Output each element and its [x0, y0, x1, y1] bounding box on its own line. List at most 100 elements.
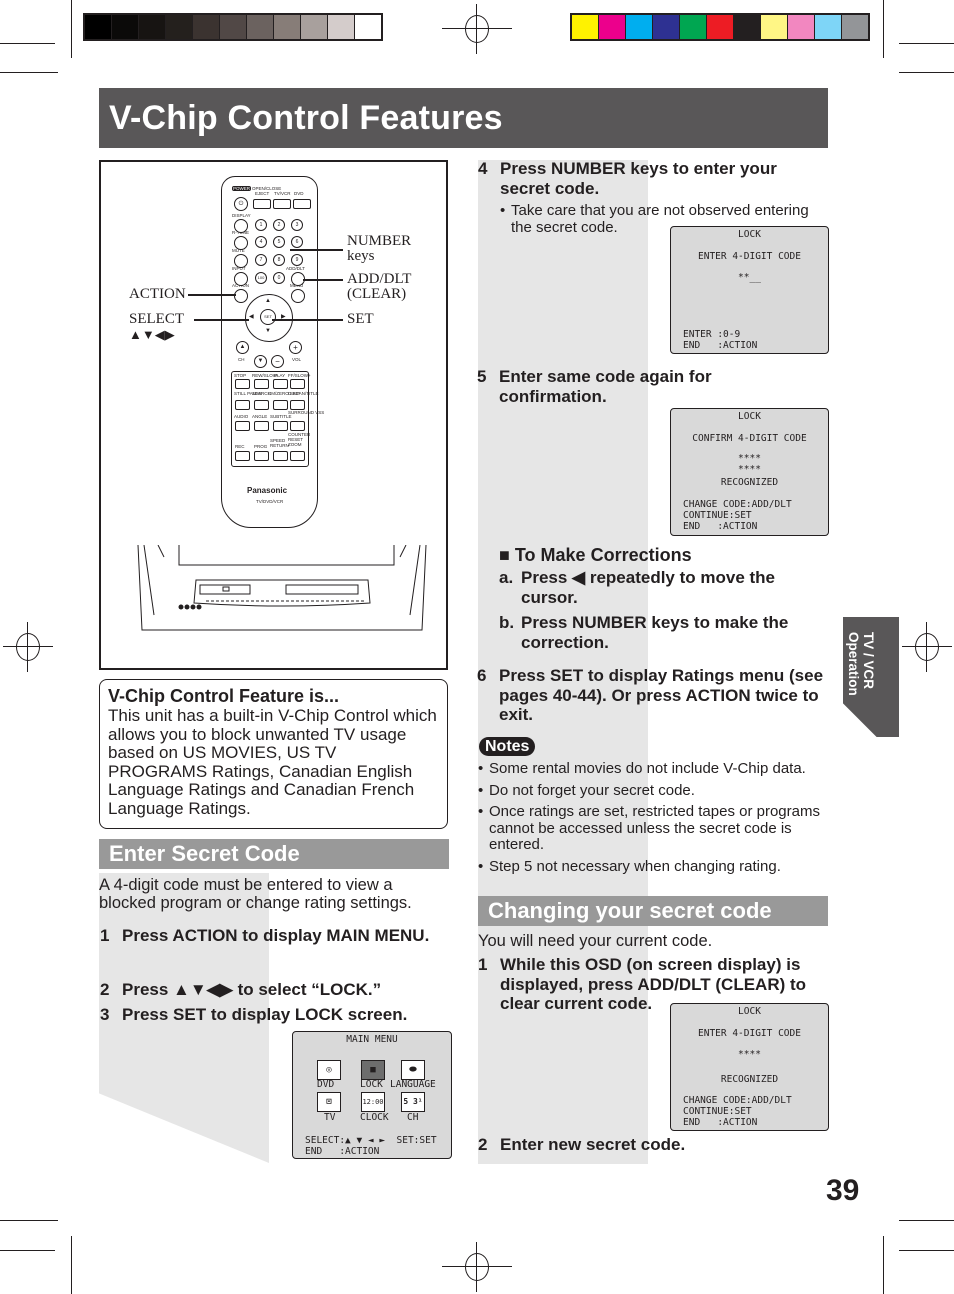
crop-mark — [899, 72, 954, 73]
crop-mark — [883, 1236, 884, 1294]
crop-mark — [899, 1220, 954, 1221]
step-number: 1 — [100, 926, 110, 945]
ff-button — [290, 379, 305, 389]
callout-text: ADD/DLT — [347, 271, 412, 287]
remote-label: AUDIO — [234, 414, 249, 419]
number-key: 5 — [273, 236, 285, 248]
callout-text: NUMBER — [347, 233, 412, 249]
registration-mark-top — [442, 4, 512, 54]
note-text: Once ratings are set, restricted tapes o… — [489, 803, 820, 853]
callout-add-dlt: ADD/DLT (CLEAR) — [347, 272, 411, 302]
set-button: SET — [260, 309, 276, 325]
step-5: 5 Enter same code again for confirmation… — [477, 367, 817, 406]
osd-title: LOCK — [738, 411, 761, 422]
osd-status: RECOGNIZED — [720, 477, 779, 488]
osd-title: LOCK — [738, 1006, 761, 1017]
tv-outlet-icon: ⊡ — [317, 1092, 341, 1112]
color-swatch — [653, 15, 680, 39]
info-box: V-Chip Control Feature is... This unit h… — [99, 679, 448, 829]
step-number: 2 — [100, 980, 110, 999]
grayscale-swatch — [220, 15, 247, 39]
corrections-heading: ■ To Make Corrections — [499, 545, 829, 566]
rec-button — [235, 451, 250, 461]
step-6: 6 Press SET to display Ratings menu (see… — [477, 666, 827, 725]
skip-button — [273, 400, 288, 410]
stop-button — [235, 379, 250, 389]
osd-footer-line: CONTINUE:SET — [683, 1106, 752, 1117]
arrow-up-icon: ▲ — [265, 298, 271, 304]
play-button — [273, 379, 288, 389]
osd-footer-line: CONTINUE:SET — [683, 510, 752, 521]
remote-control: POWER OPEN/CLOSE EJECT TV/VCR DVD ⏻ DISP… — [221, 176, 324, 528]
page-title: V-Chip Control Features — [109, 99, 503, 137]
intro-text: A 4-digit code must be entered to view a… — [99, 876, 412, 912]
step-4: 4 Press NUMBER keys to enter your secret… — [478, 159, 828, 198]
number-key: 6 — [291, 236, 303, 248]
note-text: Some rental movies do not include V-Chip… — [489, 760, 806, 777]
registration-mark-bottom — [442, 1242, 512, 1292]
step-3: 3 Press SET to display LOCK screen. — [100, 1005, 450, 1025]
remote-label: D.SCAN/TITLE — [288, 391, 319, 396]
step-number: 2 — [478, 1135, 488, 1154]
arrow-left-icon: ◀ — [249, 314, 254, 320]
color-swatch — [842, 15, 868, 39]
callout-text: SELECT — [129, 311, 184, 327]
osd-status: RECOGNIZED — [720, 1074, 779, 1085]
osd-footer-line: END :ACTION — [305, 1146, 380, 1157]
number-key: 8 — [273, 254, 285, 266]
crop-mark — [0, 1220, 58, 1221]
title-bar: V-Chip Control Features — [99, 88, 828, 148]
step-2: 2 Press ▲▼◀▶ to select “LOCK.” — [100, 980, 450, 1000]
remote-label: TV/VCR — [274, 191, 291, 196]
vol-up-button: + — [289, 341, 302, 354]
crop-mark — [0, 1250, 55, 1251]
grayscale-swatch — [247, 15, 274, 39]
ch-up-button: ▲ — [236, 341, 249, 354]
bullet-dot: • — [478, 760, 484, 777]
crop-mark — [0, 43, 55, 44]
prog-button — [254, 451, 269, 461]
callout-set: SET — [347, 311, 374, 327]
audio-button — [235, 421, 250, 431]
step-number: 1 — [478, 955, 488, 974]
zoom-button — [290, 451, 305, 461]
callout-line — [188, 294, 236, 296]
remote-label: STOP — [234, 373, 247, 378]
dvd-button — [293, 199, 311, 209]
osd-title: LOCK — [738, 229, 761, 240]
menu-button — [291, 289, 305, 303]
callout-line — [194, 319, 249, 321]
remote-label: DVD — [294, 191, 304, 196]
bullet-dot: • — [500, 202, 506, 219]
callout-line — [303, 279, 343, 281]
correction-letter: b. — [499, 613, 515, 632]
vol-down-button: − — [271, 355, 284, 368]
page-number: 39 — [826, 1174, 860, 1207]
menu-item-ch: CH — [407, 1112, 419, 1123]
crop-mark — [899, 1250, 954, 1251]
note-item: • Some rental movies do not include V-Chi… — [478, 760, 830, 778]
registration-mark-left — [3, 622, 53, 672]
step-text: Press ▲▼◀▶ to select “LOCK.” — [122, 980, 382, 999]
step-number: 6 — [477, 666, 487, 685]
bullet-dot: • — [478, 857, 484, 875]
eject-button — [253, 199, 271, 209]
correction-b: b. Press NUMBER keys to make the correct… — [499, 613, 829, 652]
osd-title: MAIN MENU — [346, 1034, 398, 1045]
color-swatch — [815, 15, 842, 39]
mute-button — [234, 254, 248, 268]
callout-line — [290, 249, 343, 251]
number-key: 4 — [255, 236, 267, 248]
osd-line: ENTER 4-DIGIT CODE — [698, 1028, 801, 1039]
clock-icon: 12:00 — [361, 1092, 385, 1112]
remote-label: ANGLE — [252, 414, 268, 419]
step-number: 5 — [477, 367, 487, 386]
osd-code: **** — [738, 453, 761, 464]
osd-footer-line: ENTER :0-9 — [683, 329, 741, 340]
grayscale-swatch — [166, 15, 193, 39]
crop-mark — [71, 1236, 72, 1294]
grayscale-bars — [83, 13, 383, 41]
speed-button — [273, 451, 288, 461]
crop-mark — [899, 43, 954, 44]
callout-action: ACTION — [129, 286, 186, 302]
